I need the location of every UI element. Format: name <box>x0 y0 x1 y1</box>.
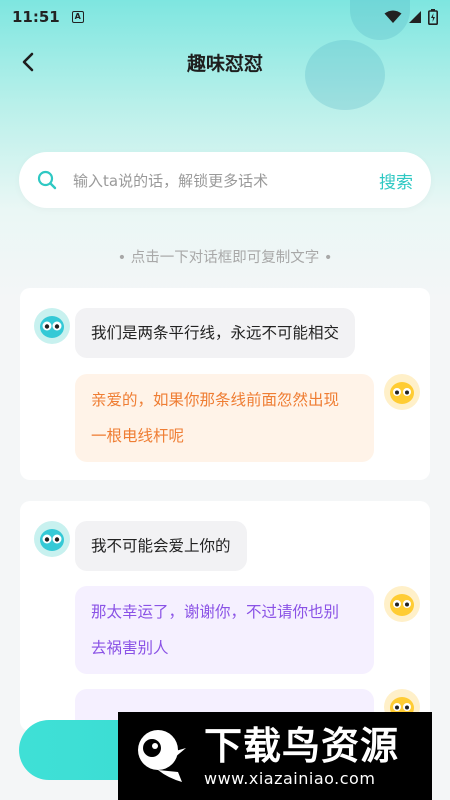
copy-hint: • 点击一下对话框即可复制文字 • <box>117 250 333 266</box>
mascot-teal-icon <box>40 316 64 338</box>
mascot-yellow-icon <box>390 594 414 616</box>
mascot-teal-icon <box>40 529 64 551</box>
status-bar: 11:51 A <box>0 0 450 34</box>
mascot-yellow-icon <box>390 382 414 404</box>
avatar <box>34 308 70 344</box>
reply-text-line: 一根电线杆呢 <box>91 427 185 445</box>
prompt-text: 我不可能会爱上你的 <box>91 537 231 555</box>
reply-text-line: 去祸害别人 <box>91 639 169 657</box>
back-button[interactable] <box>14 48 42 76</box>
page-title: 趣味怼怼 <box>186 52 263 75</box>
search-icon <box>37 170 57 190</box>
signal-icon <box>409 11 421 23</box>
avatar <box>384 586 420 622</box>
search-button[interactable]: 搜索 <box>379 168 413 193</box>
conversation-card: 我们是两条平行线，永远不可能相交 亲爱的，如果你那条线前面忽然出现 一根电线杆呢 <box>20 288 430 480</box>
watermark-url: www.xiazainiao.com <box>204 769 376 788</box>
watermark-logo-icon <box>138 730 186 782</box>
prompt-text: 我们是两条平行线，永远不可能相交 <box>91 324 340 342</box>
status-time: 11:51 <box>12 8 60 26</box>
battery-icon <box>428 9 438 25</box>
avatar <box>384 374 420 410</box>
wifi-icon <box>384 10 402 23</box>
reply-bubble[interactable]: 那太幸运了，谢谢你，不过请你也别 去祸害别人 <box>75 586 374 674</box>
notification-icon: A <box>71 11 84 23</box>
search-bar[interactable]: 输入ta说的话，解锁更多话术 搜索 <box>19 152 431 208</box>
reply-text-line: 那太幸运了，谢谢你，不过请你也别 <box>91 603 340 621</box>
chevron-left-icon <box>22 52 34 72</box>
avatar <box>34 521 70 557</box>
prompt-bubble[interactable]: 我们是两条平行线，永远不可能相交 <box>75 308 356 358</box>
app-header: 趣味怼怼 <box>0 40 450 84</box>
conversation-card: 我不可能会爱上你的 那太幸运了，谢谢你，不过请你也别 去祸害别人 <box>20 501 430 731</box>
prompt-bubble[interactable]: 我不可能会爱上你的 <box>75 521 247 571</box>
search-input[interactable]: 输入ta说的话，解锁更多话术 <box>73 170 379 191</box>
reply-bubble[interactable]: 亲爱的，如果你那条线前面忽然出现 一根电线杆呢 <box>75 374 374 462</box>
watermark-overlay: 下载鸟资源 www.xiazainiao.com <box>118 712 432 800</box>
watermark-title: 下载鸟资源 <box>204 724 400 768</box>
reply-text-line: 亲爱的，如果你那条线前面忽然出现 <box>91 391 340 409</box>
